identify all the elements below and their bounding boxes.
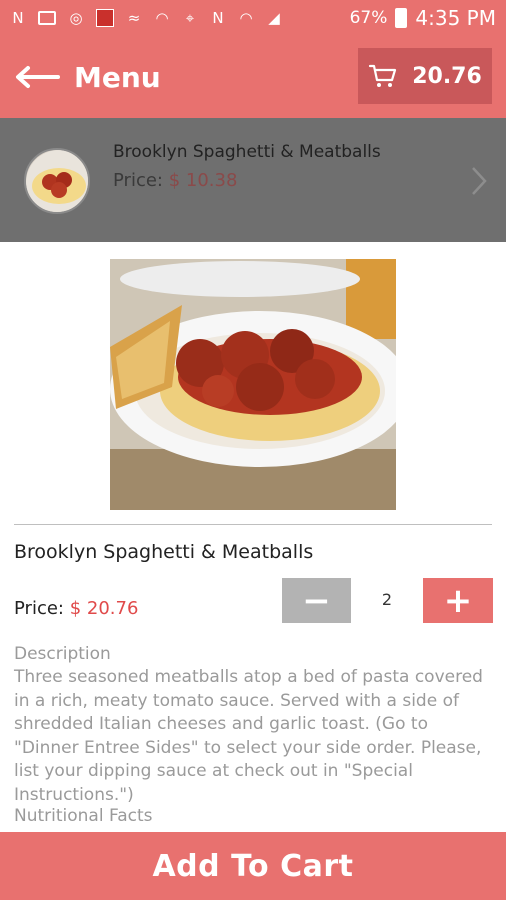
notification-n-icon: N	[12, 9, 24, 27]
cell-signal-icon: ◢	[268, 9, 280, 27]
nfc-icon: N	[212, 9, 224, 27]
banner-item-name: Brooklyn Spaghetti & Meatballs	[113, 142, 381, 162]
wifi-icon: ◠	[239, 9, 253, 27]
divider	[14, 524, 492, 525]
back-button[interactable]: Menu	[0, 61, 161, 94]
cart-total: 20.76	[412, 63, 482, 89]
plus-icon: +	[443, 580, 473, 621]
shopping-cart-icon	[369, 64, 397, 87]
add-to-cart-button[interactable]: Add To Cart	[0, 832, 506, 900]
selected-item-banner[interactable]: Brooklyn Spaghetti & Meatballs Price: $ …	[0, 118, 506, 242]
description-text: Three seasoned meatballs atop a bed of p…	[14, 667, 483, 805]
battery-icon	[395, 8, 408, 28]
wifi-calling-icon: ◠	[155, 9, 169, 27]
decrease-quantity-button[interactable]: −	[282, 578, 351, 623]
price-value: $ 20.76	[69, 598, 139, 619]
arrow-left-icon	[16, 66, 60, 88]
banner-price-label: Price:	[113, 170, 163, 191]
battery-percent: 67%	[349, 8, 388, 28]
back-label: Menu	[74, 60, 161, 94]
signal-app-icon: ≈	[127, 9, 141, 27]
minus-icon: −	[302, 580, 331, 621]
app-screen: N ◎ ≈ ◠ ⌖ N ◠ ◢ 67% 4:35 PM Menu 20.76 B…	[0, 0, 506, 900]
cart-button[interactable]: 20.76	[358, 48, 492, 104]
price-label: Price:	[14, 598, 64, 619]
voicemail-icon: ◎	[69, 9, 83, 27]
item-price: Price: $ 20.76	[14, 598, 138, 619]
quantity-value: 2	[381, 590, 393, 609]
mail-icon	[38, 11, 56, 25]
app-notification-icon	[96, 9, 114, 27]
status-icons: N ◎ ≈ ◠ ⌖ N ◠ ◢	[10, 9, 350, 27]
banner-price-value: $ 10.38	[168, 170, 238, 191]
description-label: Description	[14, 644, 111, 664]
status-right: 67% 4:35 PM	[350, 6, 496, 30]
item-photo	[110, 259, 396, 510]
location-icon: ⌖	[185, 9, 195, 27]
clock: 4:35 PM	[415, 6, 496, 30]
chevron-right-icon	[472, 167, 487, 195]
app-header: Menu 20.76	[0, 36, 506, 118]
add-to-cart-label: Add To Cart	[152, 848, 354, 884]
nutrition-facts-link[interactable]: Nutritional Facts	[14, 806, 152, 826]
status-bar: N ◎ ≈ ◠ ⌖ N ◠ ◢ 67% 4:35 PM	[0, 0, 506, 36]
item-name: Brooklyn Spaghetti & Meatballs	[14, 541, 314, 563]
item-thumbnail	[24, 148, 90, 214]
increase-quantity-button[interactable]: +	[423, 578, 493, 623]
banner-item-price: Price: $ 10.38	[113, 170, 237, 191]
